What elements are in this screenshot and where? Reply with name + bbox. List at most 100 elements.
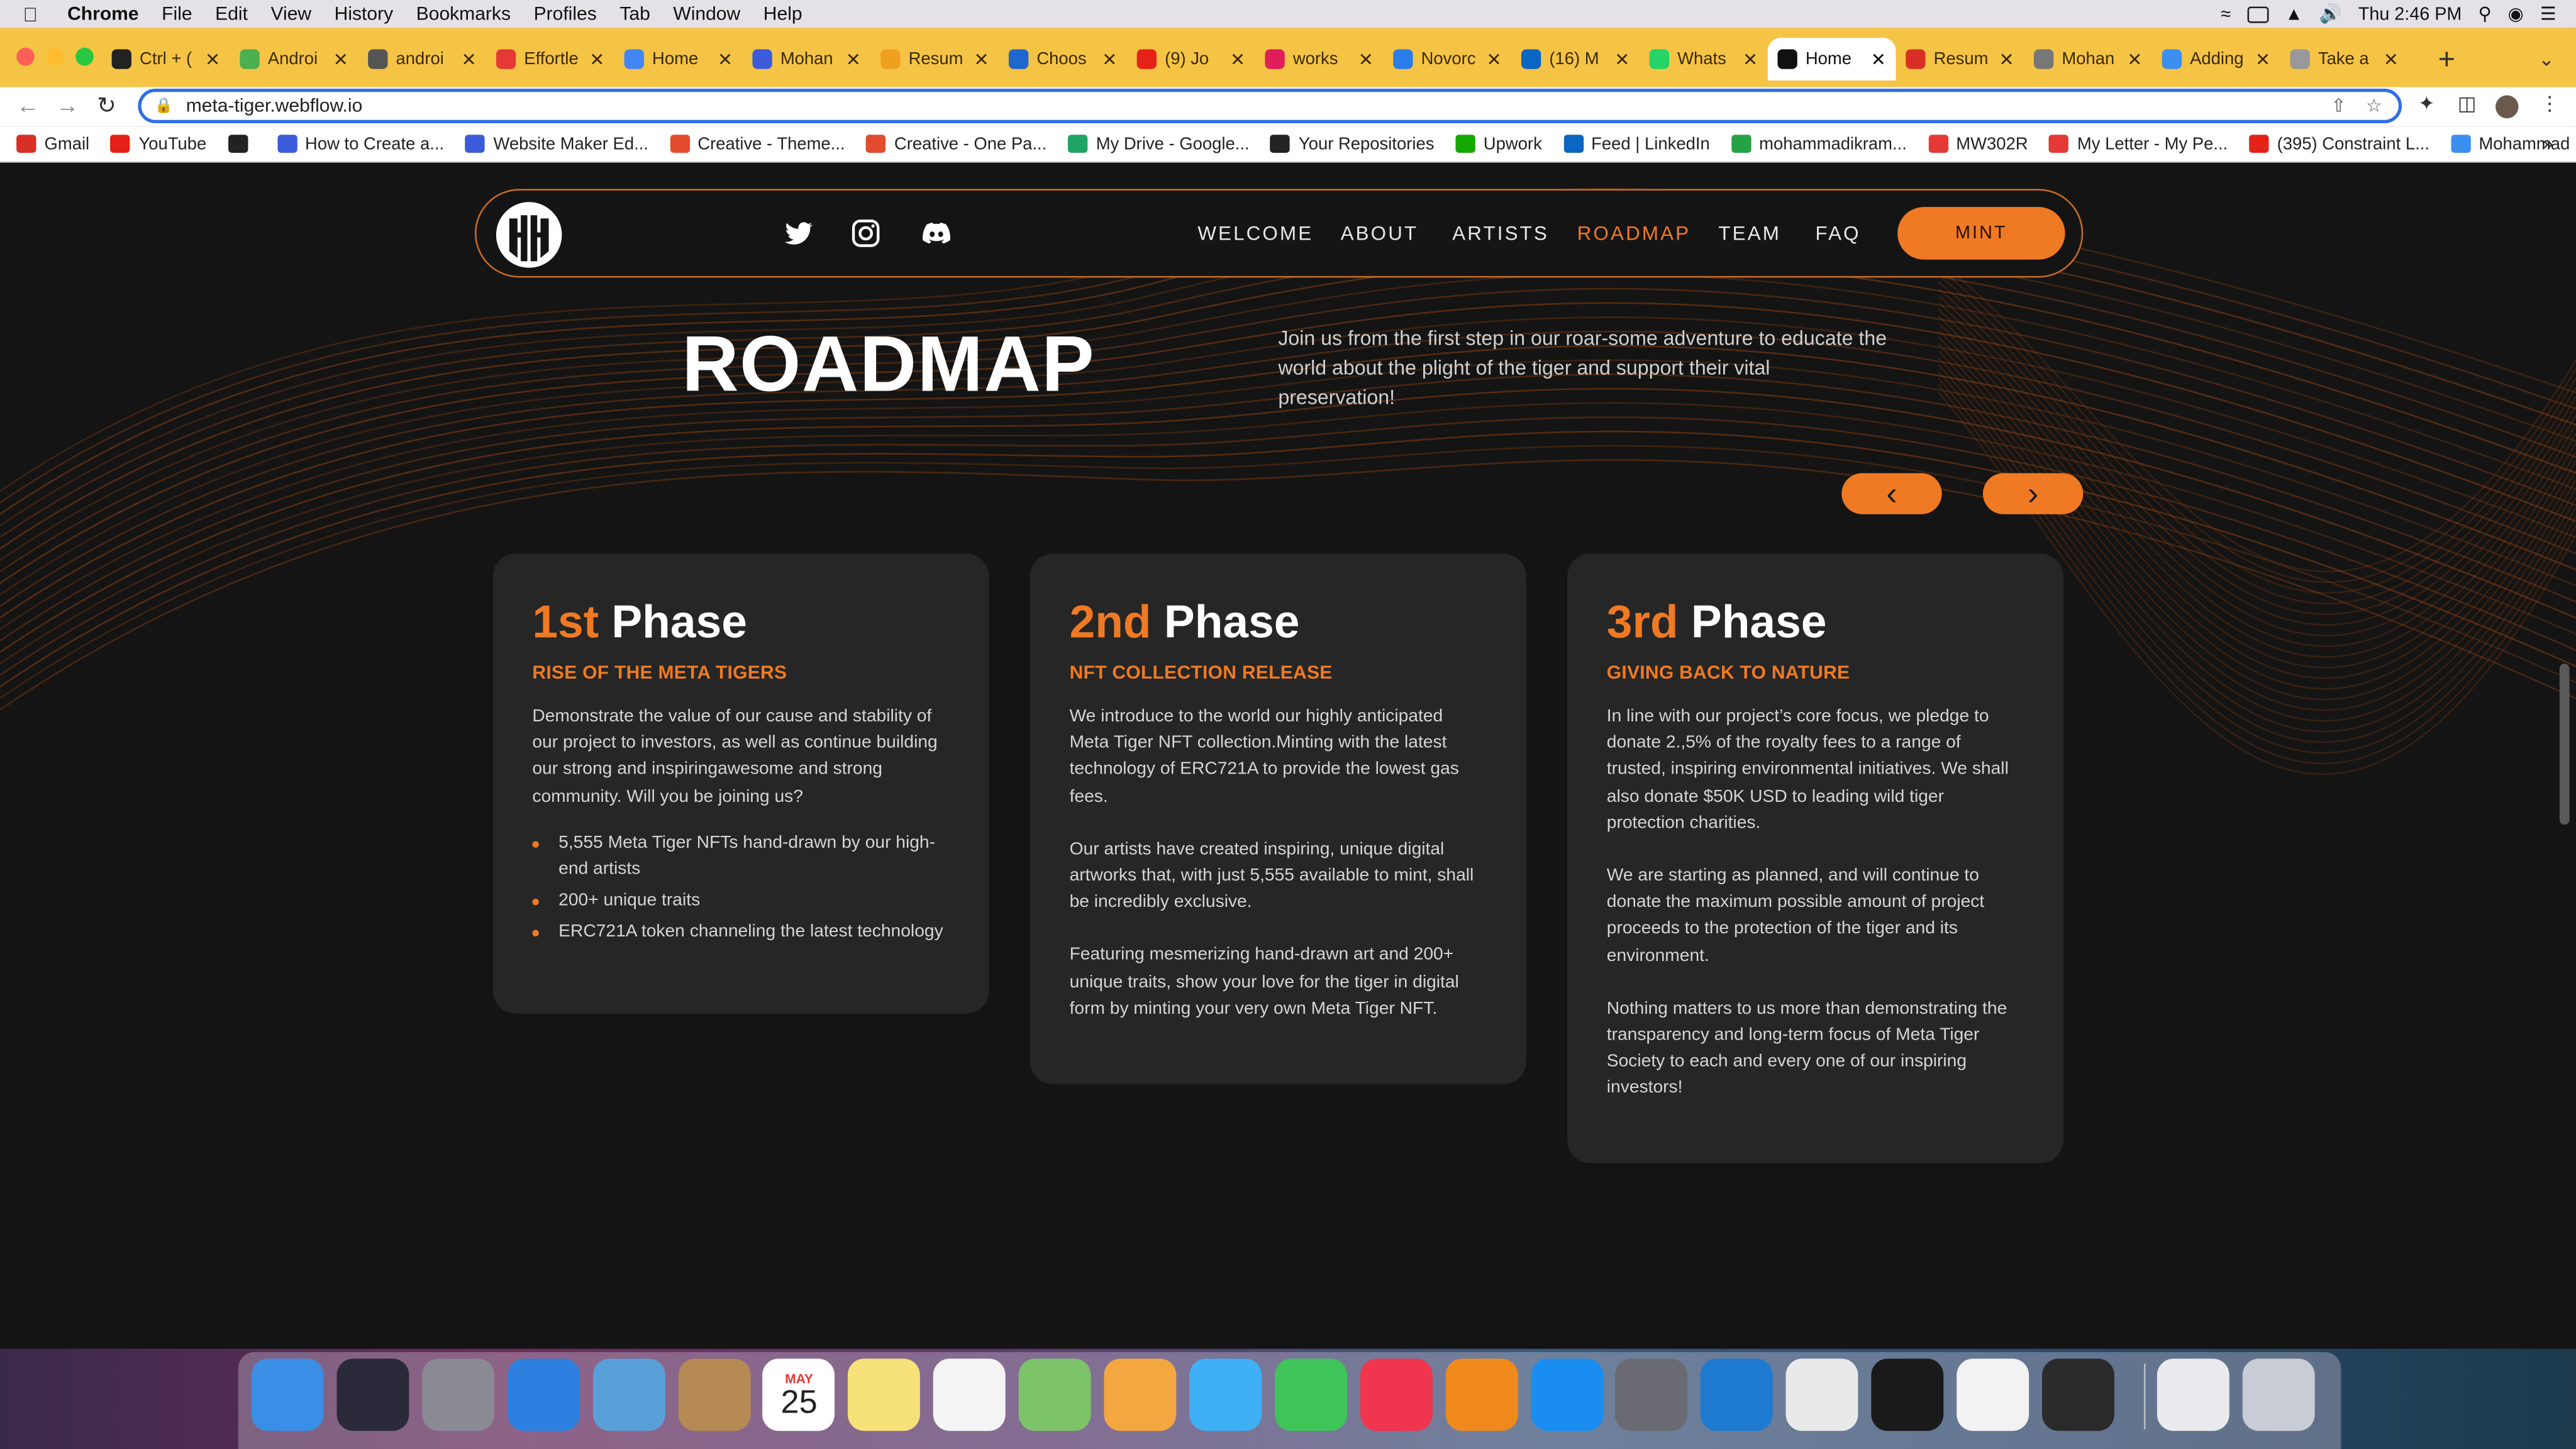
volume-icon[interactable]: 🔊	[2319, 3, 2342, 25]
nav-link-team[interactable]: TEAM	[1718, 222, 1781, 245]
app-store-icon[interactable]	[1530, 1358, 1603, 1431]
tab-close-icon[interactable]: ✕	[1102, 48, 1117, 70]
share-icon[interactable]: ⇧	[2331, 96, 2346, 116]
bookmark-item[interactable]: Creative - One Pa...	[866, 134, 1046, 153]
system-preferences-icon[interactable]	[1615, 1358, 1688, 1431]
bookmark-item[interactable]: How to Create a...	[277, 134, 444, 153]
bookmark-item[interactable]: Creative - Theme...	[669, 134, 845, 153]
browser-tab[interactable]: (16) M ✕	[1511, 38, 1640, 80]
photos-icon[interactable]	[1104, 1358, 1177, 1431]
menu-view[interactable]: View	[271, 4, 312, 24]
browser-tab[interactable]: Mohan ✕	[2024, 38, 2152, 80]
zoom-window-icon[interactable]	[75, 47, 94, 66]
bookmark-item[interactable]: mohammadikram...	[1731, 134, 1907, 153]
bookmark-item[interactable]: Website Maker Ed...	[465, 134, 648, 153]
browser-tab[interactable]: Resum ✕	[1896, 38, 2024, 80]
browser-tab[interactable]: Adding ✕	[2152, 38, 2280, 80]
wifi-icon[interactable]: ≈	[2221, 4, 2231, 24]
lock-icon[interactable]: 🔒	[155, 97, 173, 115]
bookmark-item[interactable]: Your Repositories	[1270, 134, 1434, 153]
maps-icon[interactable]	[1018, 1358, 1091, 1431]
textedit-icon[interactable]	[1957, 1358, 2029, 1431]
browser-tab[interactable]: Home ✕	[614, 38, 743, 80]
nav-link-about[interactable]: ABOUT	[1341, 222, 1419, 245]
bookmark-item[interactable]: Gmail	[16, 134, 89, 153]
tab-close-icon[interactable]: ✕	[846, 48, 861, 70]
tab-close-icon[interactable]: ✕	[2127, 48, 2142, 70]
contacts-icon[interactable]	[677, 1358, 750, 1431]
books-icon[interactable]	[1445, 1358, 1518, 1431]
finder-icon[interactable]	[251, 1358, 324, 1431]
bookmark-star-icon[interactable]: ☆	[2366, 96, 2382, 116]
mint-button[interactable]: MINT	[1897, 207, 2065, 260]
tab-close-icon[interactable]: ✕	[2384, 48, 2399, 70]
trash-icon[interactable]	[2241, 1358, 2314, 1431]
menu-tab[interactable]: Tab	[619, 4, 650, 24]
bookmark-item[interactable]: MW302R	[1928, 134, 2028, 153]
browser-tab[interactable]: Novorc ✕	[1384, 38, 1512, 80]
bookmark-item[interactable]: Mohammad I. Prof...	[2450, 134, 2576, 153]
apple-icon[interactable]: 	[23, 3, 38, 26]
tab-close-icon[interactable]: ✕	[333, 48, 348, 70]
bookmark-item[interactable]: Upwork	[1455, 134, 1542, 153]
tab-close-icon[interactable]: ✕	[2255, 48, 2270, 70]
chrome-icon[interactable]	[1785, 1358, 1858, 1431]
close-window-icon[interactable]	[16, 47, 35, 66]
reload-icon[interactable]: ↻	[97, 92, 116, 119]
nav-link-faq[interactable]: FAQ	[1816, 222, 1861, 245]
bookmark-item[interactable]: YouTube	[111, 134, 206, 153]
discord-icon[interactable]	[920, 217, 953, 250]
browser-tab[interactable]: Choos ✕	[999, 38, 1127, 80]
siri-icon[interactable]	[336, 1358, 409, 1431]
bookmark-item[interactable]: (395) Constraint L...	[2249, 134, 2429, 153]
url-input[interactable]: 🔒 meta-tiger.webflow.io ⇧ ☆	[138, 89, 2402, 123]
music-icon[interactable]	[1360, 1358, 1433, 1431]
new-tab-icon[interactable]: +	[2438, 43, 2455, 77]
tab-close-icon[interactable]: ✕	[1487, 48, 1502, 70]
browser-tab[interactable]: Resum ✕	[870, 38, 999, 80]
spotlight-icon[interactable]: ⚲	[2478, 3, 2491, 25]
browser-tab[interactable]: Take a ✕	[2280, 38, 2409, 80]
tab-close-icon[interactable]: ✕	[1358, 48, 1374, 70]
browser-tab[interactable]: Effortle ✕	[486, 38, 614, 80]
display-icon[interactable]	[2247, 6, 2269, 23]
document-icon[interactable]	[2157, 1358, 2229, 1431]
meta-tiger-logo[interactable]	[493, 199, 565, 271]
tab-close-icon[interactable]: ✕	[1230, 48, 1245, 70]
carousel-prev-button[interactable]: ‹	[1841, 473, 1942, 514]
tab-close-icon[interactable]: ✕	[461, 48, 476, 70]
facetime-icon[interactable]	[1274, 1358, 1347, 1431]
chrome-menu-icon[interactable]: ⋮	[2540, 92, 2560, 115]
reminders-icon[interactable]	[933, 1358, 1006, 1431]
carousel-next-button[interactable]: ›	[1982, 473, 2084, 514]
profile-avatar[interactable]	[2495, 95, 2519, 119]
browser-tab[interactable]: (9) Jo ✕	[1127, 38, 1255, 80]
menu-edit[interactable]: Edit	[215, 4, 248, 24]
bookmark-item[interactable]: Feed | LinkedIn	[1563, 134, 1710, 153]
browser-tab[interactable]: Home ✕	[1767, 38, 1896, 80]
page-scrollbar[interactable]	[2559, 663, 2570, 825]
bookmarks-overflow-icon[interactable]: »	[2543, 134, 2553, 153]
browser-tab[interactable]: Ctrl + (✕	[102, 38, 230, 80]
menu-profiles[interactable]: Profiles	[534, 4, 597, 24]
browser-tab[interactable]: androi ✕	[358, 38, 486, 80]
browser-tab[interactable]: works ✕	[1255, 38, 1384, 80]
minimize-window-icon[interactable]	[46, 47, 64, 66]
menu-window[interactable]: Window	[673, 4, 740, 24]
tab-close-icon[interactable]: ✕	[718, 48, 733, 70]
menu-clock[interactable]: Thu 2:46 PM	[2358, 4, 2462, 24]
control-center-icon[interactable]: ☰	[2540, 3, 2557, 25]
menu-bookmarks[interactable]: Bookmarks	[416, 4, 511, 24]
side-panel-icon[interactable]: ◫	[2458, 92, 2477, 115]
browser-tab[interactable]: Whats ✕	[1640, 38, 1768, 80]
menu-chrome[interactable]: Chrome	[67, 4, 139, 24]
nav-link-roadmap[interactable]: ROADMAP	[1577, 222, 1690, 245]
notes-icon[interactable]	[848, 1358, 921, 1431]
tab-close-icon[interactable]: ✕	[1999, 48, 2014, 70]
menu-help[interactable]: Help	[763, 4, 802, 24]
menu-file[interactable]: File	[162, 4, 192, 24]
siri-menu-icon[interactable]: ◉	[2508, 3, 2524, 25]
safari-icon[interactable]	[507, 1358, 580, 1431]
tab-search-chevron-icon[interactable]: ⌄	[2538, 48, 2555, 71]
tab-close-icon[interactable]: ✕	[1871, 48, 1886, 70]
